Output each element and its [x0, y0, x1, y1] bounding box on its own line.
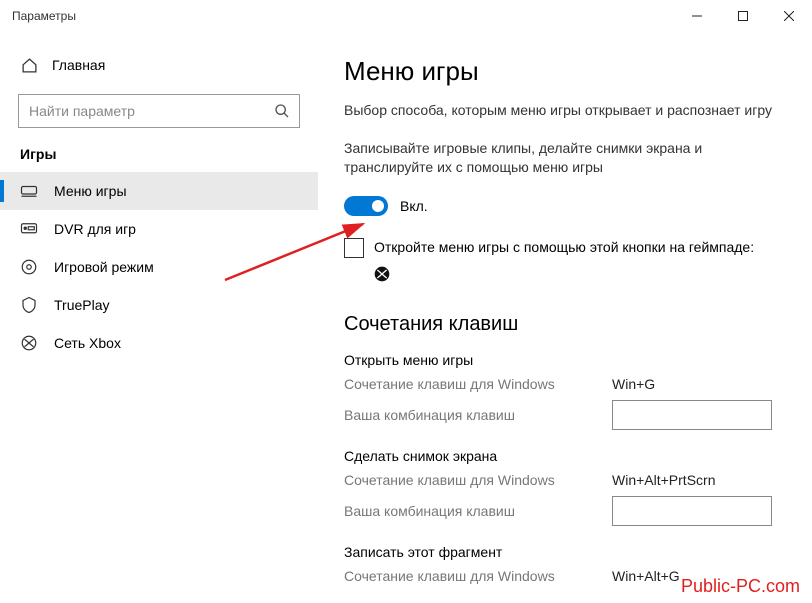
sidebar-category: Игры: [0, 146, 318, 172]
xbox-logo-icon: [374, 266, 390, 282]
minimize-button[interactable]: [674, 0, 720, 32]
shortcut-win-combo: Win+Alt+G: [612, 568, 680, 584]
gamepad-checkbox-label: Откройте меню игры с помощью этой кнопки…: [374, 238, 754, 258]
shortcut-custom-input[interactable]: [612, 496, 772, 526]
shortcuts-heading: Сочетания клавиш: [344, 313, 792, 336]
shortcut-block-open-gamebar: Открыть меню игры Сочетание клавиш для W…: [344, 352, 792, 430]
close-button[interactable]: [766, 0, 812, 32]
shortcut-title: Открыть меню игры: [344, 352, 792, 368]
home-icon: [20, 56, 38, 74]
main-content: Меню игры Выбор способа, которым меню иг…: [318, 32, 812, 603]
sidebar: Главная Игры Меню игры DVR для игр: [0, 32, 318, 603]
window-controls: [674, 0, 812, 32]
shortcut-win-label: Сочетание клавиш для Windows: [344, 376, 612, 392]
sidebar-item-label: Сеть Xbox: [54, 335, 121, 351]
sidebar-item-trueplay[interactable]: TruePlay: [0, 286, 318, 324]
window-titlebar: Параметры: [0, 0, 812, 32]
toggle-row: Вкл.: [344, 196, 792, 216]
window-title: Параметры: [12, 9, 76, 23]
trueplay-icon: [20, 296, 38, 314]
sidebar-item-game-mode[interactable]: Игровой режим: [0, 248, 318, 286]
sidebar-item-game-dvr[interactable]: DVR для игр: [0, 210, 318, 248]
shortcut-block-screenshot: Сделать снимок экрана Сочетание клавиш д…: [344, 448, 792, 526]
home-row[interactable]: Главная: [0, 50, 318, 80]
shortcut-title: Записать этот фрагмент: [344, 544, 792, 560]
shortcut-win-label: Сочетание клавиш для Windows: [344, 472, 612, 488]
search-input[interactable]: [18, 94, 300, 128]
toggle-state-label: Вкл.: [400, 198, 428, 214]
sidebar-item-label: TruePlay: [54, 297, 110, 313]
sidebar-item-label: DVR для игр: [54, 221, 136, 237]
game-mode-icon: [20, 258, 38, 276]
shortcut-custom-label: Ваша комбинация клавиш: [344, 503, 612, 519]
maximize-button[interactable]: [720, 0, 766, 32]
search-icon: [274, 103, 290, 119]
shortcut-title: Сделать снимок экрана: [344, 448, 792, 464]
shortcut-win-combo: Win+Alt+PrtScrn: [612, 472, 715, 488]
sidebar-item-label: Меню игры: [54, 183, 127, 199]
page-subtitle: Выбор способа, которым меню игры открыва…: [344, 101, 792, 121]
game-bar-icon: [20, 182, 38, 200]
sidebar-item-label: Игровой режим: [54, 259, 154, 275]
home-label: Главная: [52, 57, 105, 73]
shortcut-win-combo: Win+G: [612, 376, 655, 392]
dvr-icon: [20, 220, 38, 238]
sidebar-item-xbox-network[interactable]: Сеть Xbox: [0, 324, 318, 362]
xbox-network-icon: [20, 334, 38, 352]
watermark: Public-PC.com: [681, 576, 800, 597]
shortcut-custom-label: Ваша комбинация клавиш: [344, 407, 612, 423]
page-title: Меню игры: [344, 56, 792, 87]
shortcut-custom-input[interactable]: [612, 400, 772, 430]
game-bar-toggle[interactable]: [344, 196, 388, 216]
search-wrap: [18, 94, 300, 128]
sidebar-item-game-bar[interactable]: Меню игры: [0, 172, 318, 210]
toggle-description: Записывайте игровые клипы, делайте снимк…: [344, 139, 792, 178]
gamepad-checkbox[interactable]: [344, 238, 364, 258]
shortcut-win-label: Сочетание клавиш для Windows: [344, 568, 612, 584]
